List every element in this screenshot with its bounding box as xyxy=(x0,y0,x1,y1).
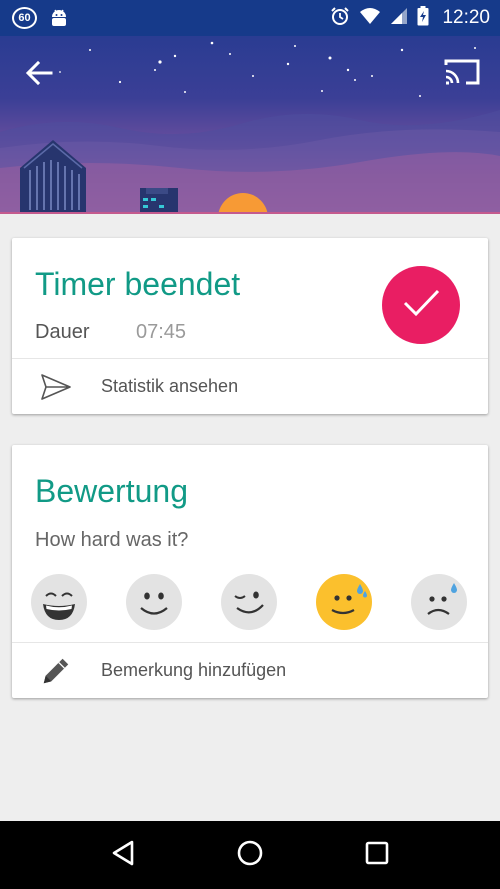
battery-charging-icon xyxy=(417,5,429,31)
send-icon xyxy=(40,372,72,402)
rating-option-4[interactable] xyxy=(316,574,372,630)
alarm-icon xyxy=(330,6,350,31)
sweating-smile-face-icon xyxy=(331,584,367,615)
timer-done-badge xyxy=(382,266,460,344)
pencil-icon xyxy=(40,656,72,686)
rating-option-2[interactable] xyxy=(126,574,182,630)
signal-icon xyxy=(390,7,408,30)
nav-recents-button[interactable] xyxy=(347,825,407,885)
duration-label: Dauer xyxy=(35,321,90,343)
difficulty-question: How hard was it? xyxy=(35,529,189,551)
nav-back-button[interactable] xyxy=(93,825,153,885)
rating-option-5[interactable] xyxy=(411,574,467,630)
header-illustration xyxy=(0,36,500,214)
android-icon xyxy=(50,8,68,33)
status-bar: 60 12:20 xyxy=(0,0,500,36)
duration-value: 07:45 xyxy=(136,321,187,343)
back-button[interactable] xyxy=(20,56,58,94)
timer-card-title: Timer beendet xyxy=(35,266,241,302)
rating-option-1[interactable] xyxy=(31,574,87,630)
system-navigation-bar xyxy=(0,821,500,889)
rating-card: Bewertung How hard was it? Bemerkung hin… xyxy=(12,445,488,698)
status-time: 12:20 xyxy=(442,7,490,28)
difficulty-rating xyxy=(31,574,469,632)
rating-option-3[interactable] xyxy=(221,574,277,630)
nav-recents-icon xyxy=(364,840,390,871)
cast-icon xyxy=(444,58,480,91)
view-statistics-label: Statistik ansehen xyxy=(101,376,239,396)
nav-home-icon xyxy=(236,839,264,872)
notification-count-badge: 60 xyxy=(12,7,37,29)
winking-face-icon xyxy=(234,591,264,614)
add-remark-button[interactable]: Bemerkung hinzufügen xyxy=(12,643,488,698)
check-icon xyxy=(401,287,441,324)
nav-back-icon xyxy=(110,839,136,872)
cast-button[interactable] xyxy=(442,56,482,92)
arrow-back-icon xyxy=(25,60,53,91)
view-statistics-button[interactable]: Statistik ansehen xyxy=(12,359,488,414)
grinning-face-icon xyxy=(43,592,75,620)
night-sky-illustration xyxy=(0,41,500,214)
add-remark-label: Bemerkung hinzufügen xyxy=(101,660,287,680)
wifi-icon xyxy=(359,7,381,30)
smiling-face-icon xyxy=(140,592,168,615)
timer-finished-card: Timer beendet Dauer 07:45 Statistik anse… xyxy=(12,238,488,414)
sad-sweat-face-icon xyxy=(427,583,457,615)
rating-card-title: Bewertung xyxy=(35,473,188,509)
nav-home-button[interactable] xyxy=(220,825,280,885)
